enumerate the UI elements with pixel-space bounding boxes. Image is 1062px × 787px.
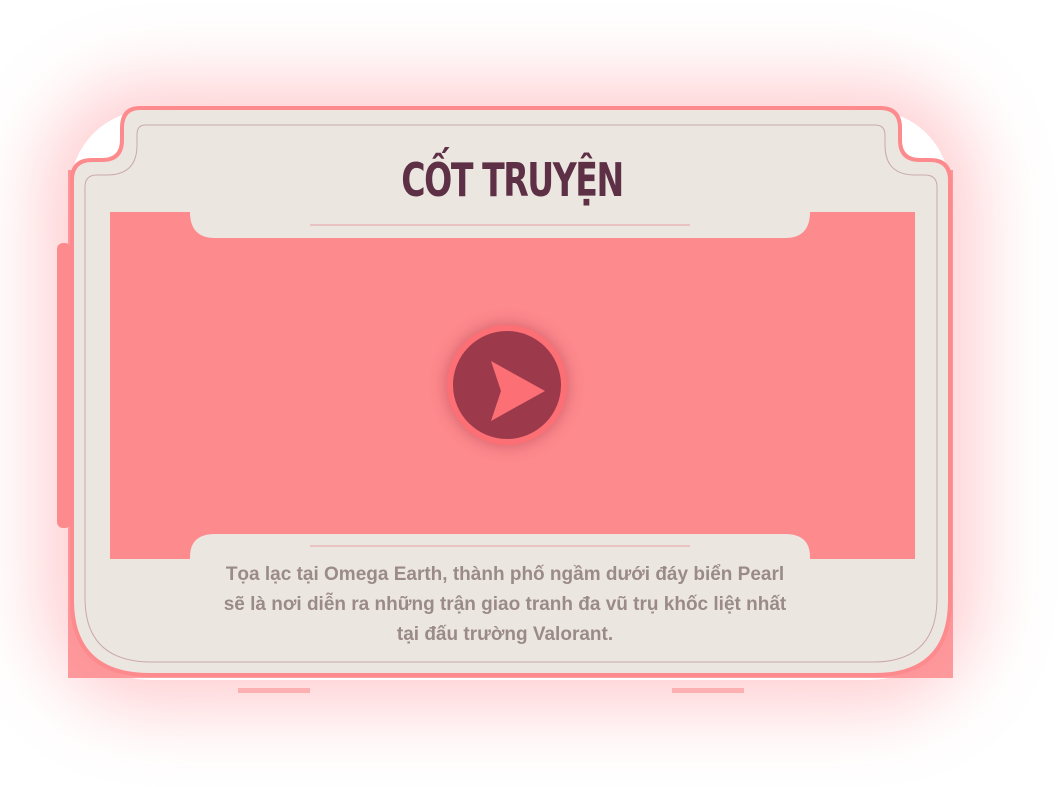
play-icon	[491, 361, 545, 421]
description-line: Tọa lạc tại Omega Earth, thành phố ngầm …	[225, 564, 785, 585]
video-player[interactable]	[110, 212, 915, 559]
story-description: Tọa lạc tại Omega Earth, thành phố ngầm …	[180, 560, 830, 650]
description-line: sẽ là nơi diễn ra những trận giao tranh …	[223, 594, 787, 615]
page-title: CỐT TRUYỆN	[401, 153, 624, 207]
play-button[interactable]	[447, 325, 567, 445]
play-button-inner	[453, 331, 561, 439]
story-card-stage: CỐT TRUYỆN Tọa lạc tại Omega Earth, thàn…	[0, 0, 1062, 787]
description-line: tại đấu trường Valorant.	[396, 624, 614, 645]
